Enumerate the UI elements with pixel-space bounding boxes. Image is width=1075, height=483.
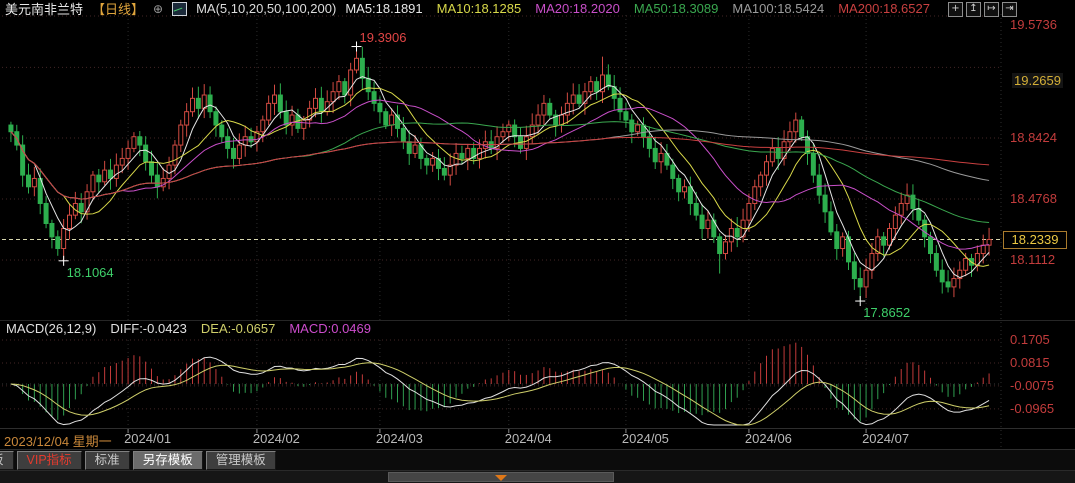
- tab-save-as-template[interactable]: 另存模板: [133, 451, 203, 470]
- marker-layer: [59, 42, 866, 307]
- scale-horizontal-icon[interactable]: ↦: [984, 2, 999, 17]
- chart-toolbar: +↥↦⇥: [948, 2, 1017, 17]
- ma-value: MA50:18.3089: [634, 1, 719, 16]
- last-price-badge: 18.2339: [1003, 231, 1067, 249]
- pan-right-icon[interactable]: ⇥: [1002, 2, 1017, 17]
- candles-layer: [9, 47, 991, 302]
- price-axis-label: 18.1112: [1010, 252, 1055, 267]
- chart-canvas[interactable]: [0, 0, 1075, 483]
- time-axis[interactable]: 2023/12/04 星期一 2024/01 2024/02 2024/03 2024…: [0, 430, 1075, 448]
- macd-params-label[interactable]: MACD(26,12,9): [6, 321, 96, 337]
- macd-axis-label: -0.0965: [1010, 401, 1054, 416]
- month-tick-label: 2024/06: [745, 431, 792, 446]
- tab-clipped[interactable]: 板: [0, 451, 14, 470]
- high-price-annotation: 19.3906: [360, 30, 407, 45]
- price-axis-label: 19.5736: [1010, 17, 1057, 32]
- low-price-annotation: 17.8652: [863, 305, 910, 320]
- collapse-panel-handle[interactable]: [388, 472, 614, 482]
- low-price-annotation: 18.1064: [67, 265, 114, 280]
- macd-axis-label: 0.0815: [1010, 355, 1050, 370]
- macd-diff-value: DIFF:-0.0423: [110, 321, 187, 337]
- move-icon[interactable]: +: [948, 2, 963, 17]
- ma-value: MA200:18.6527: [838, 1, 930, 16]
- ma-settings-label[interactable]: MA(5,10,20,50,100,200): [196, 1, 336, 16]
- price-axis-label: 18.8424: [1010, 130, 1057, 145]
- ma-value: MA10:18.1285: [437, 1, 522, 16]
- bottom-panel-strip: [0, 470, 1075, 483]
- macd-axis-label: 0.1705: [1010, 332, 1050, 347]
- chevron-down-icon: [495, 475, 507, 481]
- instrument-title: 美元南非兰特: [5, 0, 83, 18]
- month-tick-label: 2024/07: [862, 431, 909, 446]
- tab-manage-templates[interactable]: 管理模板: [206, 451, 276, 470]
- scale-vertical-icon[interactable]: ↥: [966, 2, 981, 17]
- ma-value: MA5:18.1891: [345, 1, 422, 16]
- macd-layer: [2, 343, 1000, 425]
- period-label[interactable]: 【日线】: [92, 0, 144, 18]
- month-tick-label: 2024/04: [505, 431, 552, 446]
- trading-app-window: 美元南非兰特 【日线】 ⊕ MA(5,10,20,50,100,200) MA5…: [0, 0, 1075, 483]
- grid-layer: [0, 14, 1075, 448]
- template-tab-bar: 板 VIP指标 标准 另存模板 管理模板: [0, 449, 1075, 470]
- macd-hist-value: MACD:0.0469: [289, 321, 371, 337]
- month-tick-label: 2024/02: [253, 431, 300, 446]
- macd-header[interactable]: MACD(26,12,9) DIFF:-0.0423 DEA:-0.0657 M…: [6, 321, 371, 337]
- price-axis-label: 18.4768: [1010, 191, 1057, 206]
- month-tick-label: 2024/01: [124, 431, 171, 446]
- ma-value: MA20:18.2020: [535, 1, 620, 16]
- macd-dea-value: DEA:-0.0657: [201, 321, 275, 337]
- ma-values: MA5:18.1891 MA10:18.1285 MA20:18.2020 MA50:…: [345, 1, 930, 16]
- month-tick-label: 2024/03: [376, 431, 423, 446]
- tab-vip-indicators[interactable]: VIP指标: [17, 451, 82, 470]
- month-tick-label: 2024/05: [622, 431, 669, 446]
- macd-axis-label: -0.0075: [1010, 378, 1054, 393]
- chart-header: 美元南非兰特 【日线】 ⊕ MA(5,10,20,50,100,200) MA5…: [5, 0, 930, 17]
- axis-start-date: 2023/12/04 星期一: [4, 431, 112, 450]
- add-indicator-icon[interactable]: ⊕: [153, 2, 163, 16]
- axis-highlight-label: 19.2659: [1012, 73, 1063, 88]
- ma-value: MA100:18.5424: [732, 1, 824, 16]
- chart-type-icon[interactable]: [172, 2, 187, 16]
- tab-standard[interactable]: 标准: [85, 451, 130, 470]
